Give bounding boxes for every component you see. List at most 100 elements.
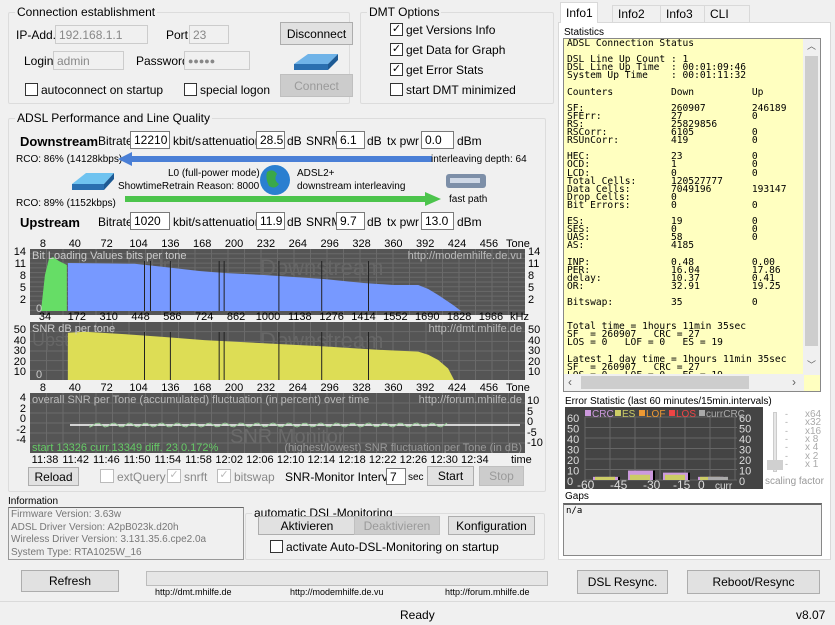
time-tick: 11:46 xyxy=(93,454,120,466)
start-button[interactable]: Start xyxy=(427,466,474,486)
time-tick: 11:58 xyxy=(185,454,212,466)
downstream-bitrate-field[interactable]: 12210 xyxy=(130,131,170,149)
statistics-textbox[interactable]: ADSL Connection Status DSL Line Up Count… xyxy=(563,38,821,392)
snr-ytick-left: 10 xyxy=(13,366,26,378)
connect-button[interactable]: Connect xyxy=(280,74,353,97)
monitor-legend: (highest/lowest) SNR fluctuation per Ton… xyxy=(284,442,522,453)
tone-tick-top: 40 xyxy=(68,238,81,250)
upstream-bitrate-field[interactable]: 1020 xyxy=(130,212,170,230)
tab-info3[interactable]: Info3 xyxy=(660,5,710,22)
activate-button[interactable]: Aktivieren xyxy=(258,516,356,535)
dsl-resync-button[interactable]: DSL Resync. xyxy=(577,570,668,594)
legend-crc: CRC xyxy=(592,409,614,420)
dmt-option-label: get Error Stats xyxy=(406,63,484,77)
legend-swatch xyxy=(699,410,705,416)
khz-tick: 1552 xyxy=(383,311,408,323)
ip-input[interactable]: 192.168.1.1 xyxy=(55,25,148,44)
tone-tick-bottom: 8 xyxy=(39,382,47,394)
legend-swatch xyxy=(669,410,675,416)
link-modemhilfe[interactable]: http://modemhilfe.de.vu xyxy=(290,587,384,597)
tab-cli[interactable]: CLI xyxy=(704,5,750,22)
auto-monitoring-startup-checkbox[interactable] xyxy=(270,540,283,553)
dmt-option-checkbox[interactable]: ✓ xyxy=(390,23,403,36)
tab-info2[interactable]: Info2 xyxy=(612,5,666,22)
gaps-textbox[interactable]: n/a xyxy=(563,503,822,556)
disconnect-button[interactable]: Disconnect xyxy=(280,22,353,45)
curr-crc-bar xyxy=(708,476,728,480)
upstream-bitrate-label: Bitrate xyxy=(98,215,133,229)
downstream-att-field[interactable]: 28.5 xyxy=(256,131,285,149)
scaling-factor-slider[interactable]: - x64- x32- x16- x 8-x 4-x 2-x 1 scaling fac… xyxy=(765,410,830,490)
khz-tick: 1966 xyxy=(478,311,504,323)
refresh-button[interactable]: Refresh xyxy=(21,570,119,592)
upstream-txpwr-field[interactable]: 13.0 xyxy=(421,212,454,230)
extquery-checkbox[interactable] xyxy=(100,469,114,483)
scroll-left-icon[interactable]: ‹ xyxy=(568,375,572,389)
dmt-option-checkbox[interactable] xyxy=(390,83,403,96)
reboot-resync-button[interactable]: Reboot/Resync xyxy=(687,570,820,594)
tone-tick-bottom: 168 xyxy=(193,382,212,394)
link-dmt[interactable]: http://dmt.mhilfe.de xyxy=(155,587,232,597)
scroll-right-icon[interactable]: › xyxy=(792,375,796,389)
time-tick: 11:38 xyxy=(31,454,59,466)
bitloading-ytick-right: 5 xyxy=(528,282,535,294)
time-tick: 12:34 xyxy=(461,454,489,466)
scaling-option-tick: - xyxy=(785,458,788,469)
monitor-ytick-left: -4 xyxy=(16,434,26,446)
vertical-scrollbar[interactable]: ︿ ﹀ xyxy=(803,39,820,375)
special-logon-checkbox[interactable] xyxy=(184,83,197,96)
tone-tick-top: 168 xyxy=(193,238,212,250)
upstream-arrow xyxy=(125,192,441,206)
downstream-snrm-unit: dB xyxy=(367,134,382,148)
scroll-up-icon[interactable]: ︿ xyxy=(803,39,820,56)
time-tick: 12:26 xyxy=(399,454,428,466)
khz-tick: 172 xyxy=(67,311,86,323)
tone-tick-bottom: 264 xyxy=(288,382,307,394)
modem-icon xyxy=(72,173,114,190)
snrft-label: snrft xyxy=(184,470,208,484)
upstream-label: Upstream xyxy=(20,215,80,230)
khz-tick: 862 xyxy=(226,311,246,323)
khz-tick: 1000 xyxy=(255,311,281,323)
slider-thumb[interactable] xyxy=(767,460,783,470)
information-line: Wireless Driver Version: 3.131.35.6.cpe2… xyxy=(11,534,207,545)
dmt-option-checkbox[interactable]: ✓ xyxy=(390,43,403,56)
downstream-snrm-field[interactable]: 6.1 xyxy=(336,131,365,149)
vertical-scroll-thumb[interactable] xyxy=(805,56,818,346)
upstream-att-field[interactable]: 11.9 xyxy=(256,212,285,230)
bitswap-checkbox[interactable]: ✓ xyxy=(217,469,231,483)
upstream-snrm-field[interactable]: 9.7 xyxy=(336,212,365,230)
downstream-txpwr-field[interactable]: 0.0 xyxy=(421,131,454,149)
login-input[interactable]: admin xyxy=(53,51,124,70)
horizontal-scrollbar[interactable]: ‹ › xyxy=(564,374,804,391)
interval-input[interactable]: 7 xyxy=(386,468,406,485)
password-input[interactable]: ●●●●● xyxy=(184,51,250,70)
tone-tick-bottom: 328 xyxy=(352,382,371,394)
dmt-option-label: start DMT minimized xyxy=(406,83,516,97)
monitor-status: start 13326 curr.13349 diff. 23 0.172% xyxy=(32,442,219,453)
snrft-checkbox[interactable]: ✓ xyxy=(167,469,181,483)
reload-button[interactable]: Reload xyxy=(28,467,79,486)
time-tick: 11:54 xyxy=(154,454,182,466)
autoconnect-checkbox[interactable] xyxy=(25,83,38,96)
error-xtick: -15 xyxy=(673,478,691,489)
tone-tick-bottom: 424 xyxy=(447,382,467,394)
deactivate-button[interactable]: Deaktivieren xyxy=(354,516,440,535)
scaling-factor-label: scaling factor xyxy=(765,476,824,487)
version: v8.07 xyxy=(796,608,826,622)
port-input[interactable]: 23 xyxy=(189,25,229,44)
upstream-att-label: attenuation xyxy=(202,215,262,229)
horizontal-scroll-thumb[interactable] xyxy=(581,376,749,389)
tone-tick-bottom: 392 xyxy=(416,382,435,394)
legend-currcrc: currCRC xyxy=(706,409,745,420)
configuration-button[interactable]: Konfiguration xyxy=(448,516,535,535)
tone-unit-top: Tone xyxy=(506,238,530,250)
link-forum[interactable]: http://forum.mhilfe.de xyxy=(445,587,530,597)
scroll-down-icon[interactable]: ﹀ xyxy=(803,358,820,375)
monitor-title: overall SNR per Tone (accumulated) fluct… xyxy=(32,394,369,406)
stop-button[interactable]: Stop xyxy=(479,466,524,486)
tone-tick-bottom: 456 xyxy=(479,382,499,394)
tab-info1[interactable]: Info1 xyxy=(560,2,598,23)
dmt-option-checkbox[interactable]: ✓ xyxy=(390,63,403,76)
snr-title: SNR dB per tone xyxy=(32,323,115,335)
